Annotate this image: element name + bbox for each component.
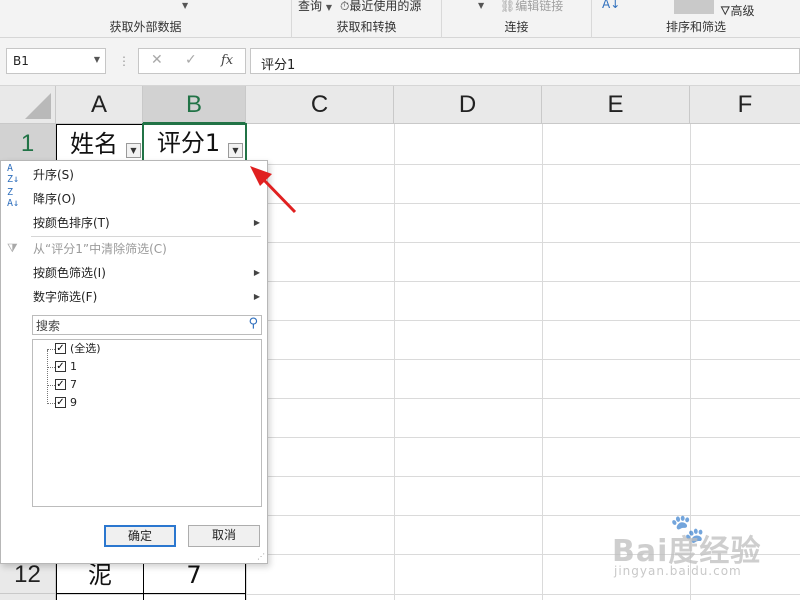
ribbon-group-label: 获取外部数据 [109,20,182,34]
number-filter-item[interactable]: 数字筛选(F) ▶ [1,285,267,309]
filter-values-list: ✓ (全选) ✓ 1 ✓ 7 ✓ 9 [32,339,262,507]
tree-line [47,367,55,368]
watermark-url: jingyan.baidu.com [614,564,742,578]
cell-a1-text: 姓名 [70,130,118,158]
ribbon-group-sort-filter: A↓ 🜄高级 排序和筛选 [592,0,800,38]
number-filter-label: 数字筛选(F) [33,290,98,304]
chevron-right-icon: ▶ [253,218,260,227]
cell-a13[interactable] [56,593,144,600]
sort-by-color-label: 按颜色排序(T) [33,216,110,230]
query-button[interactable]: 查询 ▼ [298,0,332,14]
checkbox-checked-icon[interactable]: ✓ [55,397,66,408]
baidu-jingyan-watermark: 🐾 Bai度经验 jingyan.baidu.com [612,512,792,594]
filter-by-color-label: 按颜色筛选(I) [33,266,106,280]
link-icon: ⛓ [500,0,516,13]
formula-buttons: ✕ ✓ fx [138,48,246,74]
checkbox-checked-icon[interactable]: ✓ [55,343,66,354]
column-header-d[interactable]: D [394,86,542,124]
sort-az-icon[interactable]: A↓ [602,0,620,11]
column-header-e[interactable]: E [542,86,690,124]
formula-bar: B1 ▼ ⋮ ✕ ✓ fx 评分1 [0,38,800,86]
sort-descending-item[interactable]: Z A↓ 降序(O) [1,187,267,211]
ribbon-group-get-transform: 查询 ▼ ⏱最近使用的源 获取和转换 [292,0,442,38]
tree-line [47,349,55,350]
autofilter-menu: A Z↓ 升序(S) Z A↓ 降序(O) 按颜色排序(T) ▶ ⧩ 从“评分1”中… [0,160,268,564]
insert-function-icon[interactable]: fx [221,53,233,68]
ribbon-group-connections: ▼ ⛓编辑链接 连接 [442,0,592,38]
filter-button[interactable] [674,0,714,14]
column-header-c[interactable]: C [246,86,394,124]
chevron-down-icon[interactable]: ▼ [182,0,188,11]
query-label: 查询 [298,0,323,13]
filter-by-color-item[interactable]: 按颜色筛选(I) ▶ [1,261,267,285]
tree-line [47,385,55,386]
tree-line [47,403,55,404]
filter-dropdown-a1[interactable]: ▼ [126,143,141,158]
ok-button[interactable]: 确定 [104,525,176,547]
column-header-f[interactable]: F [690,86,800,124]
filter-search-box[interactable]: 搜索 ⚲ [32,315,262,335]
ribbon-group-get-external-data: ▼ 获取外部数据 [0,0,292,38]
cancel-icon[interactable]: ✕ [151,52,163,68]
select-all-triangle-icon [25,93,51,119]
sort-ascending-label: 升序(S) [33,168,74,182]
chevron-down-icon: ▼ [325,3,332,12]
chevron-right-icon: ▶ [253,268,260,277]
ribbon-group-label: 连接 [504,20,529,34]
sort-by-color-item[interactable]: 按颜色排序(T) ▶ [1,211,267,235]
select-all-corner[interactable] [0,86,56,124]
sort-descending-label: 降序(O) [33,192,76,206]
filter-dropdown-b1[interactable]: ▼ [228,143,243,158]
advanced-label: 高级 [730,4,755,18]
row-header-13[interactable] [0,594,56,600]
column-header-a[interactable]: A [56,86,143,124]
clear-filter-item[interactable]: ⧩ 从“评分1”中清除筛选(C) [1,237,267,261]
list-item-label: 7 [70,378,77,391]
check-icon[interactable]: ✓ [185,52,197,68]
formula-bar-separator: ⋮ [118,54,130,68]
column-header-b[interactable]: B [143,86,246,124]
sort-descending-icon: Z A↓ [7,187,20,209]
funnel-icon: 🜄 [720,4,731,18]
cancel-button[interactable]: 取消 [188,525,260,547]
ribbon-group-label: 获取和转换 [336,20,397,34]
sort-ascending-icon: A Z↓ [7,163,20,185]
edit-links-label: 编辑链接 [515,0,564,13]
excel-window: ▼ 获取外部数据 查询 ▼ ⏱最近使用的源 获取和转换 ▼ ⛓编辑链接 连接 A… [0,0,800,600]
list-item-label: 9 [70,396,77,409]
recent-sources-button[interactable]: ⏱最近使用的源 [340,0,421,14]
search-placeholder: 搜索 [36,319,61,333]
name-box-value: B1 [13,54,29,68]
cell-b1-text: 评分1 [156,129,221,157]
chevron-down-icon[interactable]: ▼ [94,55,100,64]
search-icon[interactable]: ⚲ [248,316,258,331]
list-item-label: 1 [70,360,77,373]
recent-sources-label: 最近使用的源 [349,0,422,13]
clear-filter-icon: ⧩ [7,241,18,255]
row-header-1[interactable]: 1 [0,124,56,164]
gridline [542,124,543,600]
ribbon: ▼ 获取外部数据 查询 ▼ ⏱最近使用的源 获取和转换 ▼ ⛓编辑链接 连接 A… [0,0,800,38]
chevron-down-icon[interactable]: ▼ [478,0,484,11]
clear-filter-label: 从“评分1”中清除筛选(C) [33,242,167,256]
gridline [394,124,395,600]
formula-input[interactable]: 评分1 [250,48,800,74]
checkbox-checked-icon[interactable]: ✓ [55,379,66,390]
chevron-right-icon: ▶ [253,292,260,301]
cell-b13[interactable] [143,593,246,600]
sort-ascending-item[interactable]: A Z↓ 升序(S) [1,163,267,187]
list-item-label: (全选) [70,342,101,355]
name-box[interactable]: B1 ▼ [6,48,106,74]
clock-icon: ⏱ [340,0,350,13]
resize-grip-icon[interactable]: ⋰ [257,552,265,561]
edit-links-button[interactable]: ⛓编辑链接 [500,0,563,14]
tree-line [47,350,55,404]
checkbox-checked-icon[interactable]: ✓ [55,361,66,372]
ribbon-group-label: 排序和筛选 [665,20,726,34]
